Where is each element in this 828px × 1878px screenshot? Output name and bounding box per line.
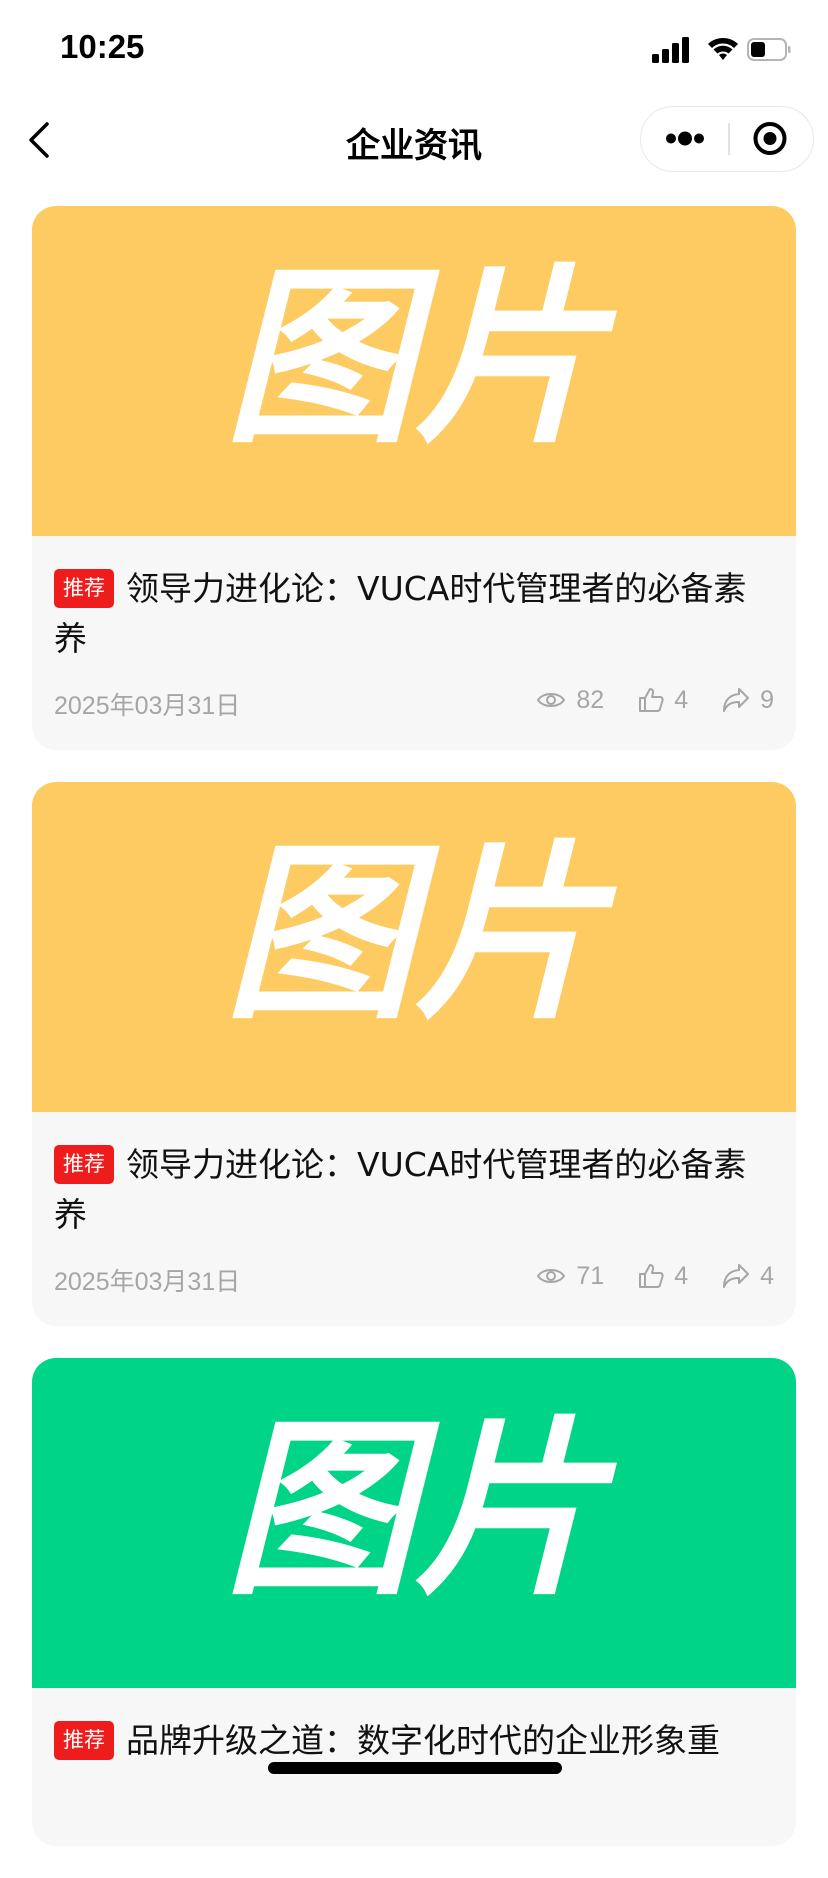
article-body: 推荐领导力进化论：VUCA时代管理者的必备素养 2025年03月31日 71	[32, 1112, 796, 1326]
shares-count: 9	[760, 685, 774, 714]
views-stat: 71	[536, 1262, 604, 1291]
share-arrow-icon	[723, 1264, 750, 1288]
article-title: 推荐 领导力进化论：VUCA时代管理者的必备素养	[54, 1140, 774, 1240]
article-meta: 2025年03月31日 71 4 4	[54, 1256, 774, 1297]
article-meta: 2025年03月31日 82 4 9	[54, 680, 774, 721]
likes-count: 4	[674, 1261, 689, 1290]
wifi-icon	[708, 38, 738, 60]
article-image: 图片	[32, 1358, 796, 1688]
shares-count: 4	[760, 1261, 774, 1290]
article-card[interactable]: 图片 推荐 领导力进化论：VUCA时代管理者的必备素养 2025年03月31日 8…	[32, 206, 796, 750]
eye-icon	[537, 693, 566, 707]
likes-stat[interactable]: 4	[638, 1262, 688, 1291]
eye-icon	[537, 1269, 566, 1283]
placeholder-image-text: 图片	[224, 1400, 617, 1621]
article-date: 2025年03月31日	[54, 1268, 241, 1296]
thumbs-up-icon	[639, 688, 664, 712]
views-count: 71	[576, 1261, 605, 1290]
share-arrow-icon	[723, 688, 750, 712]
article-title-text: 领导力进化论：VUCA时代管理者的必备素养	[54, 569, 747, 658]
battery-icon	[747, 38, 791, 61]
placeholder-image-text: 图片	[224, 824, 617, 1045]
nav-bar: 企业资讯	[0, 100, 828, 182]
status-time: 10:25	[60, 28, 145, 65]
article-image: 图片	[32, 782, 796, 1112]
article-title-text: 领导力进化论：VUCA时代管理者的必备素养	[54, 1145, 747, 1234]
recommend-badge: 推荐	[54, 569, 114, 608]
more-button[interactable]	[641, 107, 727, 170]
likes-stat[interactable]: 4	[638, 686, 688, 715]
article-title: 推荐 领导力进化论：VUCA时代管理者的必备素养	[54, 564, 774, 664]
more-dots-icon	[666, 131, 704, 146]
close-button[interactable]	[730, 107, 813, 170]
likes-count: 4	[674, 685, 689, 714]
target-close-icon	[753, 122, 787, 155]
article-card[interactable]: 图片 推荐 领导力进化论：VUCA时代管理者的必备素养 2025年03月31日 7…	[32, 782, 796, 1326]
recommend-badge: 推荐	[54, 1721, 114, 1760]
placeholder-image-text: 图片	[224, 248, 617, 469]
article-body: 推荐领导力进化论：VUCA时代管理者的必备素养 2025年03月31日 82	[32, 536, 796, 750]
recommend-badge: 推荐	[54, 1145, 114, 1184]
article-date: 2025年03月31日	[54, 692, 241, 720]
article-stats: 71 4 4	[502, 1256, 774, 1296]
views-count: 82	[576, 685, 605, 714]
thumbs-up-icon	[639, 1264, 664, 1288]
mini-program-capsule	[640, 106, 814, 172]
cellular-signal-icon	[652, 37, 689, 63]
article-image: 图片	[32, 206, 796, 536]
shares-stat[interactable]: 9	[722, 686, 774, 715]
article-stats: 82 4 9	[502, 680, 774, 720]
shares-stat[interactable]: 4	[722, 1262, 774, 1291]
status-icons	[652, 34, 792, 66]
home-indicator[interactable]	[268, 1762, 562, 1774]
views-stat: 82	[536, 686, 604, 715]
status-bar: 10:25	[0, 0, 828, 100]
article-feed: 图片 推荐 领导力进化论：VUCA时代管理者的必备素养 2025年03月31日 8…	[32, 206, 796, 1878]
article-title-text: 品牌升级之道：数字化时代的企业形象重	[126, 1721, 720, 1760]
